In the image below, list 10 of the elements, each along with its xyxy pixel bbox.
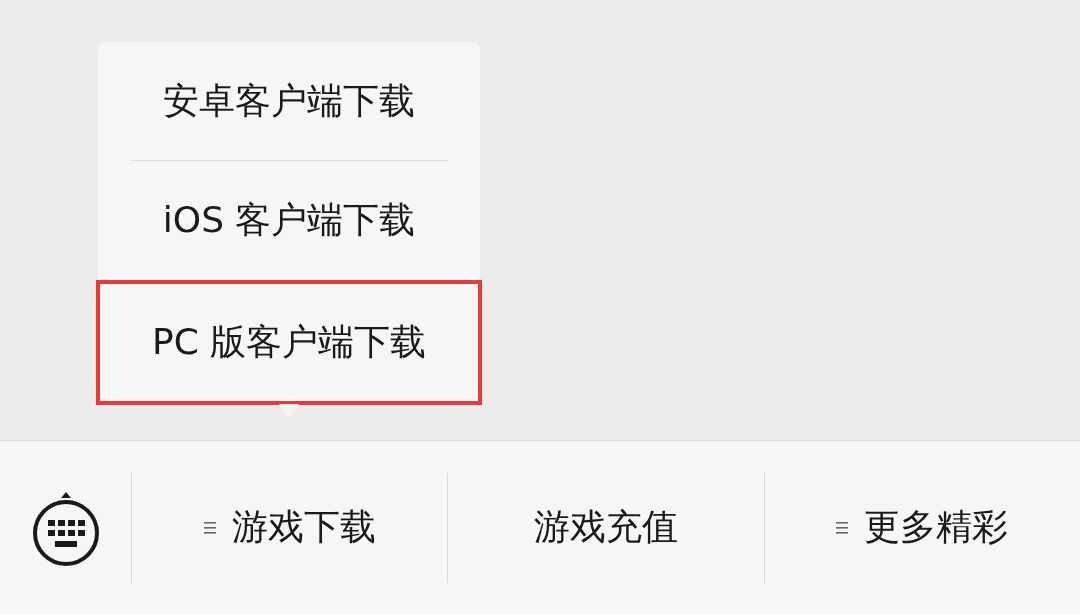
submenu-item[interactable]: PC 版客户端下载 bbox=[96, 280, 483, 405]
menu-tab-label: 游戏充值 bbox=[534, 505, 678, 549]
submenu-item[interactable]: 安卓客户端下载 bbox=[98, 42, 481, 161]
menu-tab[interactable]: 游戏下载 bbox=[131, 472, 448, 583]
menu-tab[interactable]: 游戏充值 bbox=[447, 472, 764, 583]
pointer-icon bbox=[279, 404, 300, 418]
menu-tab-label: 游戏下载 bbox=[231, 505, 376, 549]
menu-tab-label: 更多精彩 bbox=[864, 505, 1009, 549]
menu-tab[interactable]: 更多精彩 bbox=[763, 472, 1080, 583]
submenu-item[interactable]: iOS 客户端下载 bbox=[98, 161, 481, 280]
